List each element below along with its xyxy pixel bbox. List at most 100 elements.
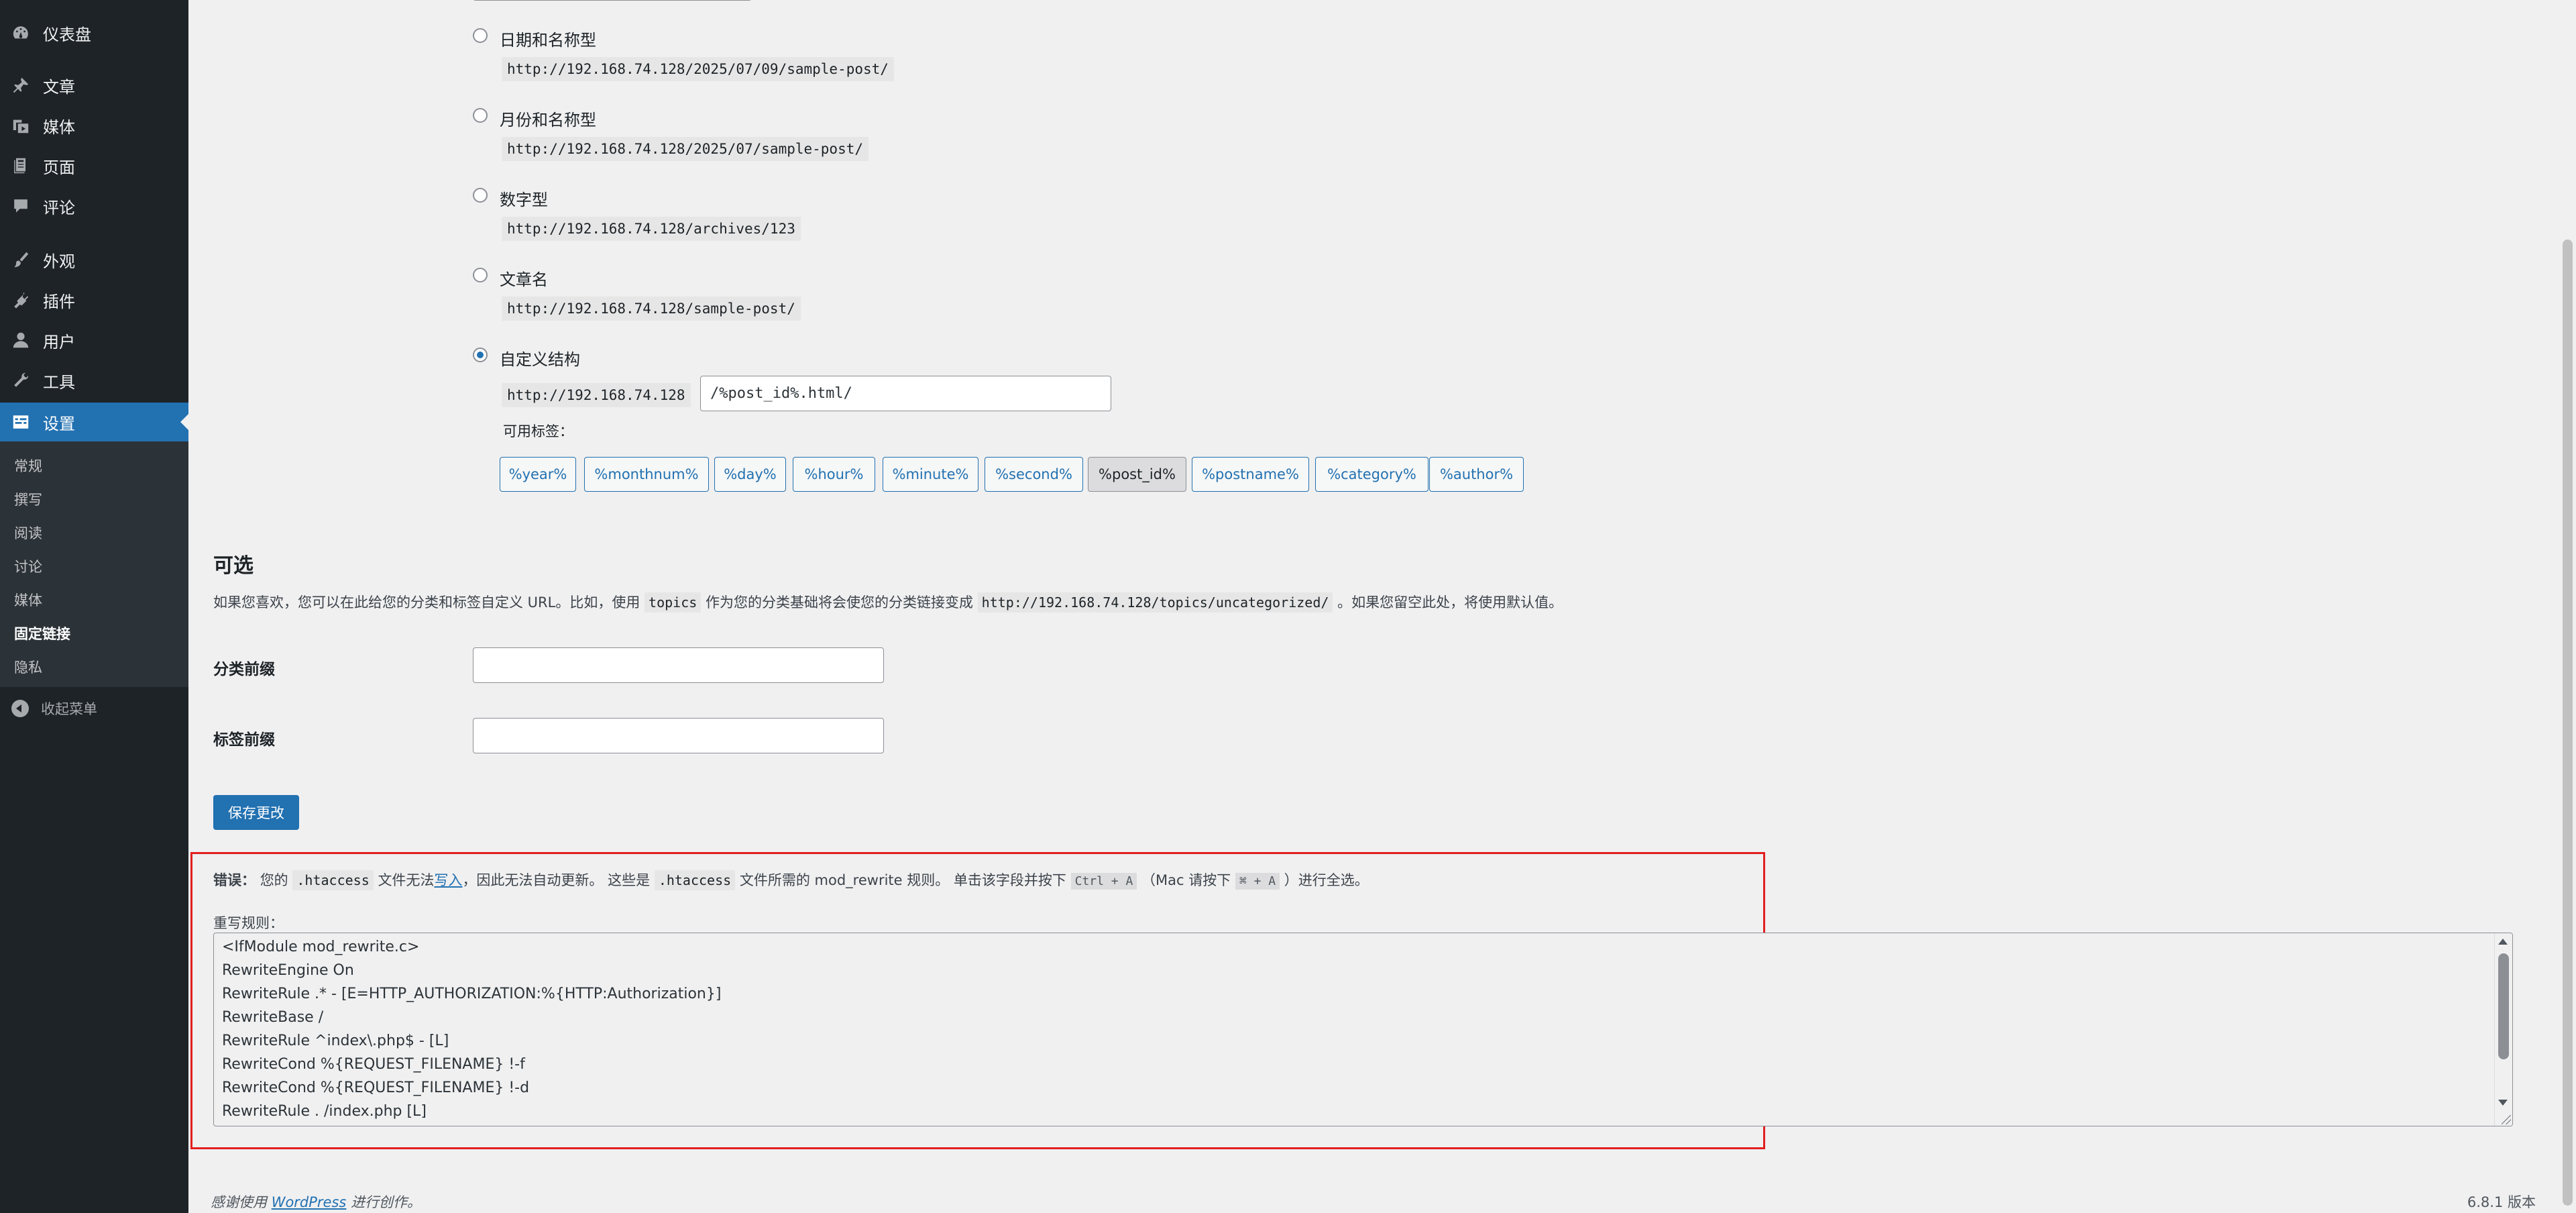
menu-tools[interactable]: 工具 xyxy=(0,361,188,400)
submenu-media[interactable]: 媒体 xyxy=(14,590,42,610)
error-text-1: 您的 xyxy=(260,872,288,888)
menu-users[interactable]: 用户 xyxy=(0,321,188,360)
scroll-down-icon[interactable] xyxy=(2498,1100,2508,1106)
collapse-menu-button[interactable]: 收起菜单 xyxy=(0,691,188,726)
example-url-month-name: http://192.168.74.128/2025/07/sample-pos… xyxy=(502,137,869,161)
menu-pages[interactable]: 页面 xyxy=(0,146,188,185)
textarea-scroll-thumb[interactable] xyxy=(2498,953,2509,1059)
menu-label: 用户 xyxy=(43,332,75,352)
rewrite-rules-textarea[interactable]: <IfModule mod_rewrite.c> RewriteEngine O… xyxy=(213,933,2513,1126)
optional-desc-text-3: 。如果您留空此处，将使用默认值。 xyxy=(1337,594,1563,611)
submenu-discussion[interactable]: 讨论 xyxy=(14,556,42,576)
option-label-post-name: 文章名 xyxy=(500,270,548,289)
tag-postname-button[interactable]: %postname% xyxy=(1192,457,1309,492)
cmd-a-shortcut: ⌘ + A xyxy=(1235,873,1280,890)
media-icon xyxy=(11,115,31,136)
menu-label: 页面 xyxy=(43,158,75,177)
footer-thanks-text-2: 进行创作。 xyxy=(351,1194,422,1210)
wordpress-link[interactable]: WordPress xyxy=(272,1194,347,1210)
tag-year-button[interactable]: %year% xyxy=(500,457,576,492)
custom-structure-value: /%post_id%.html/ xyxy=(710,385,852,402)
menu-label: 仪表盘 xyxy=(43,25,91,44)
footer-thanks-text-1: 感谢使用 xyxy=(211,1194,267,1210)
example-url-numeric: http://192.168.74.128/archives/123 xyxy=(502,217,801,241)
comment-icon xyxy=(11,196,31,216)
submenu-privacy[interactable]: 隐私 xyxy=(14,657,42,677)
scroll-up-icon[interactable] xyxy=(2498,939,2508,945)
tag-category-button[interactable]: %category% xyxy=(1315,457,1429,492)
dashboard-icon xyxy=(11,23,31,43)
menu-comments[interactable]: 评论 xyxy=(0,187,188,225)
htaccess-filename-2: .htaccess xyxy=(654,870,736,890)
rule-line: RewriteRule .* - [E=HTTP_AUTHORIZATION:%… xyxy=(222,986,722,1002)
submenu-permalinks[interactable]: 固定链接 xyxy=(14,623,70,643)
admin-sidebar: 仪表盘 文章 媒体 页面 评论 外观 插件 用户 工具 设置 常规 撰写 阅读 … xyxy=(0,0,188,1213)
menu-appearance[interactable]: 外观 xyxy=(0,240,188,279)
rule-line: RewriteRule . /index.php [L] xyxy=(222,1103,427,1120)
radio-custom-structure[interactable] xyxy=(473,348,488,362)
optional-desc-code: topics xyxy=(645,592,702,613)
radio-numeric[interactable] xyxy=(473,188,488,203)
settings-icon xyxy=(11,412,31,432)
menu-label: 文章 xyxy=(43,77,75,97)
menu-posts[interactable]: 文章 xyxy=(0,66,188,105)
custom-structure-input[interactable]: /%post_id%.html/ xyxy=(700,376,1111,411)
rule-line: RewriteCond %{REQUEST_FILENAME} !-f xyxy=(222,1056,525,1073)
rule-line: RewriteEngine On xyxy=(222,962,354,979)
tag-second-button[interactable]: %second% xyxy=(985,457,1083,492)
pin-icon xyxy=(11,75,31,95)
settings-submenu: 常规 撰写 阅读 讨论 媒体 固定链接 隐私 xyxy=(0,441,188,687)
radio-post-name[interactable] xyxy=(473,268,488,282)
user-icon xyxy=(11,330,31,350)
menu-plugins[interactable]: 插件 xyxy=(0,280,188,319)
wrench-icon xyxy=(11,370,31,390)
page-scroll-thumb[interactable] xyxy=(2563,240,2573,1206)
example-url-day-name: http://192.168.74.128/2025/07/09/sample-… xyxy=(502,57,894,81)
brush-icon xyxy=(11,250,31,270)
page-scrollbar[interactable] xyxy=(2559,0,2576,1213)
plugin-icon xyxy=(11,290,31,310)
save-changes-button[interactable]: 保存更改 xyxy=(213,795,299,830)
optional-heading: 可选 xyxy=(213,554,254,578)
available-tags-label: 可用标签： xyxy=(503,423,573,439)
menu-settings[interactable]: 设置 xyxy=(0,403,188,441)
category-base-label: 分类前缀 xyxy=(213,661,275,678)
rule-line: RewriteCond %{REQUEST_FILENAME} !-d xyxy=(222,1079,530,1096)
submenu-writing[interactable]: 撰写 xyxy=(14,489,42,509)
menu-media[interactable]: 媒体 xyxy=(0,106,188,145)
error-text-2: 文件无法 xyxy=(378,872,435,888)
htaccess-filename: .htaccess xyxy=(292,870,374,890)
menu-dashboard[interactable]: 仪表盘 xyxy=(0,13,188,52)
tag-base-input[interactable] xyxy=(473,718,884,753)
tag-author-button[interactable]: %author% xyxy=(1429,457,1524,492)
category-base-input[interactable] xyxy=(473,647,884,683)
radio-month-name[interactable] xyxy=(473,108,488,123)
submenu-general[interactable]: 常规 xyxy=(14,456,42,476)
example-url-post-name: http://192.168.74.128/sample-post/ xyxy=(502,297,801,321)
radio-day-name[interactable] xyxy=(473,28,488,43)
menu-label: 插件 xyxy=(43,292,75,311)
optional-desc-text-1: 如果您喜欢，您可以在此给您的分类和标签自定义 URL。比如，使用 xyxy=(213,594,640,611)
collapse-arrow-icon xyxy=(11,700,29,717)
tag-minute-button[interactable]: %minute% xyxy=(883,457,978,492)
menu-label: 设置 xyxy=(43,414,75,433)
resize-handle-icon[interactable] xyxy=(2502,1115,2511,1124)
page-icon xyxy=(11,156,31,176)
tag-day-button[interactable]: %day% xyxy=(714,457,786,492)
write-link[interactable]: 写入 xyxy=(434,872,462,888)
tag-base-label: 标签前缀 xyxy=(213,731,275,749)
menu-label: 评论 xyxy=(43,198,75,217)
textarea-scrollbar[interactable] xyxy=(2494,933,2512,1126)
tag-post-id-button[interactable]: %post_id% xyxy=(1088,457,1186,492)
tag-monthnum-button[interactable]: %monthnum% xyxy=(584,457,709,492)
submenu-reading[interactable]: 阅读 xyxy=(14,523,42,543)
menu-label: 工具 xyxy=(43,372,75,392)
ctrl-a-shortcut: Ctrl + A xyxy=(1070,873,1137,890)
menu-label: 外观 xyxy=(43,252,75,271)
previous-input-field[interactable] xyxy=(473,0,752,1)
tag-hour-button[interactable]: %hour% xyxy=(793,457,875,492)
rule-line: <IfModule mod_rewrite.c> xyxy=(222,939,420,955)
error-text-5: （Mac 请按下 xyxy=(1141,872,1231,888)
rule-line: RewriteBase / xyxy=(222,1009,324,1026)
custom-base-url: http://192.168.74.128 xyxy=(502,383,691,407)
